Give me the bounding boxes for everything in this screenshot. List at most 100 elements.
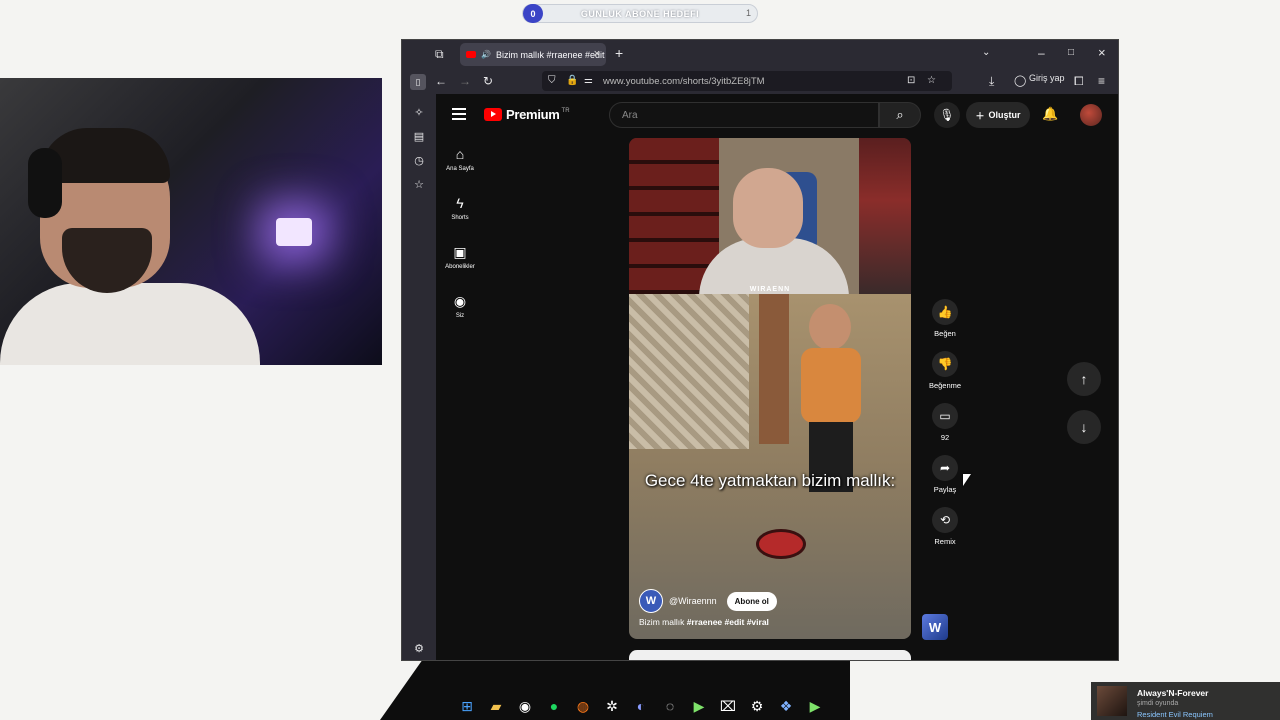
sound-channel-thumbnail[interactable]: W — [922, 614, 948, 640]
guide-item-label: Ana Sayfa — [446, 166, 474, 172]
steam-icon[interactable]: ◉ — [514, 695, 536, 717]
capcut-icon[interactable]: ⌧ — [717, 695, 739, 717]
remix-button[interactable]: ⟲ Remix — [919, 507, 971, 546]
permissions-icon[interactable]: ⚌ — [584, 75, 593, 87]
media-app-icon[interactable]: ▶ — [804, 695, 826, 717]
synced-tabs-icon[interactable]: ▤ — [412, 130, 426, 144]
microphone-icon[interactable]: 🎙 — [934, 102, 960, 128]
like-button[interactable]: 👍 Beğen — [919, 299, 971, 338]
guide-item-home[interactable]: ⌂ Ana Sayfa — [436, 146, 484, 172]
video-caption: Gece 4te yatmaktan bizim mallık: — [644, 471, 896, 490]
lamp-light — [276, 218, 312, 246]
file-explorer-icon[interactable]: ▰ — [485, 695, 507, 717]
you-icon: ◉ — [453, 293, 467, 309]
audio-icon[interactable]: 🔊 — [481, 50, 491, 59]
menu-icon[interactable]: ≡ — [1098, 75, 1105, 87]
windows-start-icon[interactable]: ⊞ — [456, 695, 478, 717]
gear-app-icon[interactable]: ⚙ — [746, 695, 768, 717]
utility-app-icon[interactable]: ❖ — [775, 695, 797, 717]
youtube-logo[interactable]: Premium TR — [484, 107, 570, 122]
forward-icon[interactable]: → — [459, 75, 471, 87]
dislike-button[interactable]: 👎 Beğenme — [919, 351, 971, 390]
search-icon[interactable]: ⌕ — [879, 102, 921, 128]
minimize-icon[interactable]: – — [1038, 47, 1045, 59]
tab-manager-icon[interactable]: ⧉ — [435, 48, 444, 60]
channel-info: W @Wiraennn Abone ol — [639, 589, 777, 613]
remix-icon: ⟲ — [932, 507, 958, 533]
subscribe-button[interactable]: Abone ol — [726, 591, 777, 611]
notifications-icon[interactable]: 🔔 — [1042, 106, 1058, 122]
sign-in-button[interactable]: Giriş yap — [1029, 73, 1065, 83]
share-label: Paylaş — [933, 485, 957, 494]
game-art — [1097, 686, 1127, 716]
now-playing-status: şimdi oyunda — [1137, 700, 1179, 707]
youtube-play-icon — [484, 108, 502, 121]
youtube-favicon-icon — [466, 51, 476, 58]
bookmarks-icon[interactable]: ☆ — [412, 178, 426, 192]
youtube-header: Premium TR Ara ⌕ 🎙 ＋ Oluştur 🔔 — [436, 94, 1118, 134]
goal-current-count: 0 — [523, 4, 543, 23]
search-input[interactable]: Ara — [609, 102, 879, 128]
comments-button[interactable]: ▭ 92 — [919, 403, 971, 442]
guide-item-label: Siz — [455, 313, 465, 319]
region-code: TR — [561, 107, 570, 114]
next-short-arrow-icon[interactable]: ↓ — [1067, 410, 1101, 444]
tab-close-icon[interactable]: × — [594, 48, 600, 60]
sidebar-toggle-icon[interactable]: ▯ — [410, 74, 426, 90]
logo-text: Premium — [506, 107, 560, 122]
guide-item-shorts[interactable]: ϟ Shorts — [436, 195, 484, 221]
history-icon[interactable]: ◷ — [412, 154, 426, 168]
browser-sidebar: ✧ ▤ ◷ ☆ ⚙ — [402, 94, 436, 660]
new-tab-icon[interactable]: + — [615, 46, 623, 60]
firefox-icon[interactable]: ◍ — [572, 695, 594, 717]
title-hashtags[interactable]: #rraenee #edit #viral — [687, 617, 769, 627]
browser-window: ⧉ 🔊 Bizim mallık #rraenee #edit × + ⌄ – … — [401, 39, 1119, 661]
close-window-icon[interactable]: × — [1098, 46, 1106, 59]
chevron-down-icon[interactable]: ⌄ — [982, 47, 990, 59]
extensions-icon[interactable]: ⧠ — [1074, 75, 1084, 87]
reload-icon[interactable]: ↻ — [483, 75, 493, 87]
create-label: Oluştur — [988, 110, 1021, 120]
short-title[interactable]: Bizim mallık #rraenee #edit #viral — [639, 617, 769, 627]
shield-icon[interactable]: ⛉ — [548, 75, 556, 87]
previous-short-arrow-icon[interactable]: ↑ — [1067, 362, 1101, 396]
bookmark-star-icon[interactable]: ☆ — [927, 75, 936, 87]
lock-icon[interactable]: 🔒 — [566, 75, 578, 87]
guide-item-you[interactable]: ◉ Siz — [436, 293, 484, 319]
tab-active[interactable]: 🔊 Bizim mallık #rraenee #edit × — [460, 43, 606, 66]
address-bar[interactable]: ⛉ 🔒 ⚌ www.youtube.com/shorts/3yitbZE8jTM… — [542, 71, 952, 91]
short-video-player[interactable]: WIRAENN Gece 4te yatmaktan bizim mallık:… — [629, 138, 911, 639]
comment-icon: ▭ — [932, 403, 958, 429]
ai-chat-icon[interactable]: ✧ — [412, 106, 426, 120]
guide-item-label: Abonelikler — [445, 264, 475, 270]
clip-video — [629, 294, 911, 639]
headset — [28, 148, 62, 218]
like-label: Beğen — [934, 329, 956, 338]
next-short-preview[interactable] — [629, 650, 911, 660]
webcam-feed — [0, 78, 382, 365]
spotify-icon[interactable]: ● — [543, 695, 565, 717]
app-circle-icon[interactable]: ◌ — [659, 695, 681, 717]
now-playing-game: Resident Evil Requiem — [1137, 710, 1213, 719]
guide-item-label: Shorts — [451, 215, 469, 221]
url-text: www.youtube.com/shorts/3yitbZE8jTM — [603, 75, 765, 87]
save-to-pocket-icon[interactable]: ⊡ — [907, 75, 915, 87]
settings-app-icon[interactable]: ✲ — [601, 695, 623, 717]
plus-icon: ＋ — [975, 110, 985, 121]
downloads-icon[interactable]: ⤓ — [989, 75, 994, 87]
back-icon[interactable]: ← — [435, 75, 447, 87]
taskbar: ⊞ ▰ ◉ ● ◍ ✲ ◐ ◌ ▶ ⌧ ⚙ ❖ ▶ — [452, 692, 836, 720]
maximize-icon[interactable]: □ — [1068, 47, 1074, 59]
channel-avatar[interactable]: W — [639, 589, 663, 613]
channel-name[interactable]: @Wiraennn — [669, 596, 717, 606]
guide-menu-icon[interactable] — [452, 108, 466, 123]
discord-icon[interactable]: ◐ — [630, 695, 652, 717]
avatar[interactable] — [1080, 104, 1102, 126]
like-icon: 👍 — [932, 299, 958, 325]
customize-sidebar-icon[interactable]: ⚙ — [412, 642, 426, 656]
create-button[interactable]: ＋ Oluştur — [966, 102, 1030, 128]
account-icon[interactable]: ◯ — [1014, 75, 1026, 87]
game-launcher-icon[interactable]: ▶ — [688, 695, 710, 717]
guide-item-subscriptions[interactable]: ▣ Abonelikler — [436, 244, 484, 270]
goal-label: GUNLUK ABONE HEDEFI — [580, 8, 700, 19]
